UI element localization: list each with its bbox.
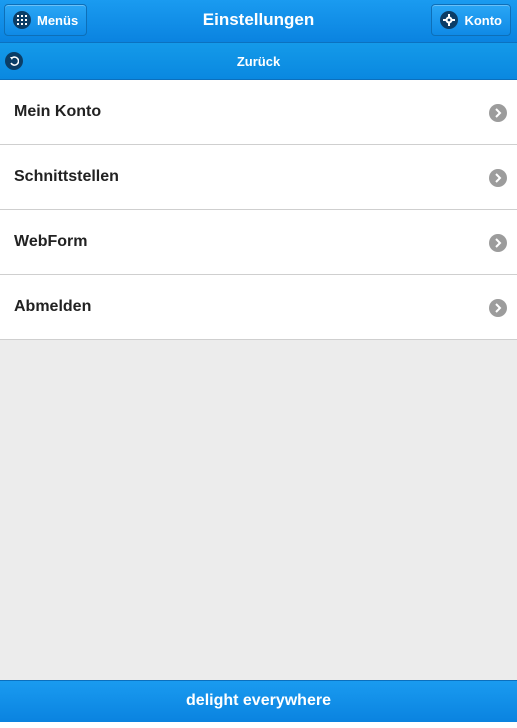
- chevron-right-icon: [489, 104, 507, 122]
- list-item-label: Abmelden: [14, 298, 92, 315]
- settings-list: Mein Konto Schnittstellen WebForm Abmeld…: [0, 80, 517, 340]
- chevron-right-icon: [489, 299, 507, 317]
- list-item-label: Schnittstellen: [14, 168, 119, 185]
- chevron-right-icon: [489, 169, 507, 187]
- account-button-label: Konto: [464, 12, 502, 28]
- list-item-label: Mein Konto: [14, 103, 102, 120]
- list-item-label: WebForm: [14, 233, 88, 250]
- bottom-strip: [0, 722, 517, 728]
- footer-label: delight everywhere: [186, 692, 331, 709]
- account-button[interactable]: Konto: [431, 4, 511, 36]
- list-item-mein-konto[interactable]: Mein Konto: [0, 80, 517, 145]
- footer-bar: delight everywhere: [0, 680, 517, 722]
- gear-icon: [440, 11, 459, 29]
- header-bar: Menüs Einstellungen Konto: [0, 0, 517, 43]
- back-bar[interactable]: Zurück: [0, 43, 517, 80]
- back-label[interactable]: Zurück: [0, 54, 517, 69]
- list-item-webform[interactable]: WebForm: [0, 210, 517, 275]
- list-item-schnittstellen[interactable]: Schnittstellen: [0, 145, 517, 210]
- chevron-right-icon: [489, 234, 507, 252]
- list-item-abmelden[interactable]: Abmelden: [0, 275, 517, 340]
